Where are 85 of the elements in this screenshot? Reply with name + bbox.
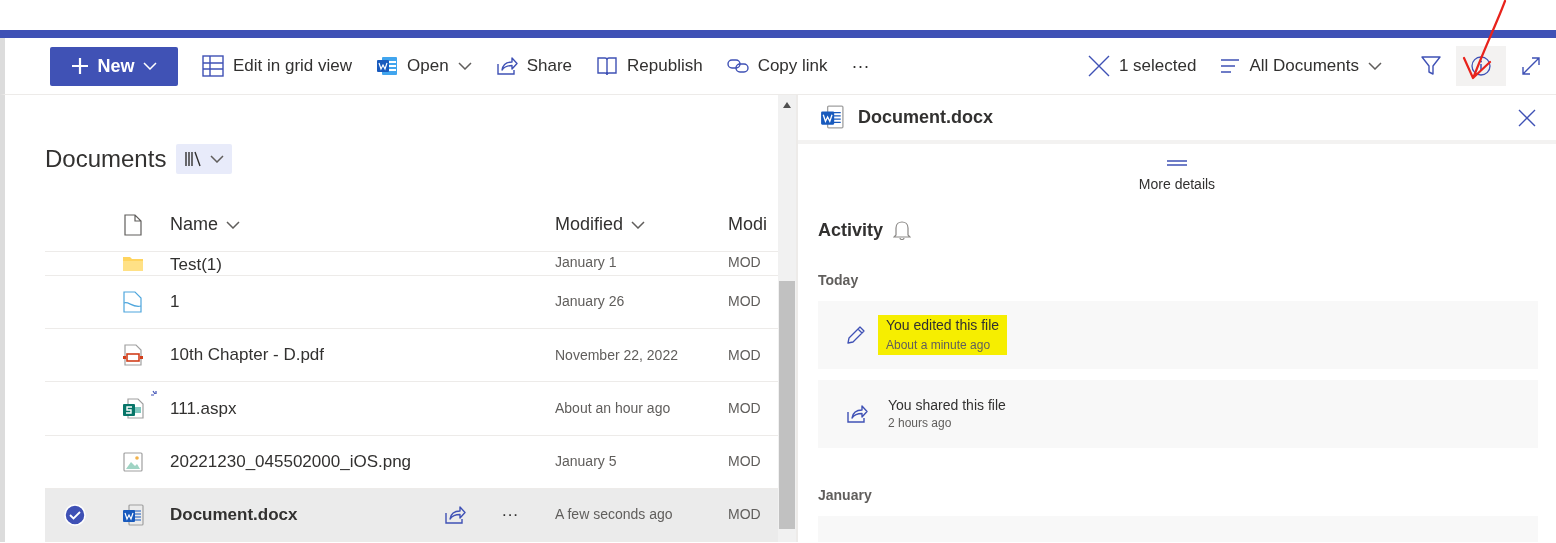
book-icon	[596, 56, 619, 76]
file-row[interactable]: 111.aspx About an hour ago MOD	[45, 382, 778, 436]
modified-date: January 1	[554, 253, 618, 273]
modified-date: November 22, 2022	[554, 345, 679, 365]
filter-icon	[1421, 56, 1441, 76]
modified-date: January 5	[554, 452, 618, 472]
share-icon	[444, 504, 466, 525]
column-header[interactable]: Modi	[728, 211, 767, 238]
checked-icon[interactable]	[64, 503, 86, 526]
section-title: Activity	[818, 218, 884, 242]
info-icon	[1471, 56, 1491, 76]
scroll-thumb[interactable]	[779, 281, 795, 529]
grid-icon	[202, 55, 224, 77]
file-row[interactable]: Document.docx ··· A few seconds ago MOD	[45, 488, 778, 542]
view-switcher[interactable]: All Documents	[1220, 53, 1382, 79]
caret-icon	[226, 220, 240, 229]
word-icon	[121, 503, 144, 526]
modified-by: MOD	[728, 253, 762, 273]
file-type-icon	[123, 213, 142, 236]
scroll-up-icon[interactable]	[782, 101, 792, 109]
file-row[interactable]: 1 January 26 MOD	[45, 275, 778, 330]
file-row[interactable]: 20221230_045502000_iOS.png January 5 MOD	[45, 435, 778, 489]
pdf-icon	[121, 344, 144, 367]
edit-grid-button[interactable]: Edit in grid view	[202, 53, 353, 79]
activity-time: 2 hours ago	[888, 415, 953, 433]
file-name[interactable]: Test(1)	[170, 255, 222, 275]
modified-by: MOD	[728, 398, 762, 418]
activity-text: You edited this file	[878, 314, 1008, 335]
caret-icon	[457, 62, 472, 70]
page-icon	[121, 290, 144, 313]
activity-text: You shared this file	[888, 395, 1006, 415]
column-header[interactable]: Modified	[555, 211, 646, 238]
caret-icon	[631, 220, 646, 229]
share-icon	[495, 56, 518, 76]
group-label: January	[817, 486, 873, 506]
scrollbar[interactable]	[778, 95, 796, 542]
activity-time: About a minute ago	[878, 335, 1008, 355]
modified-date: A few seconds ago	[554, 505, 674, 525]
expand-icon	[1521, 56, 1541, 76]
modified-by: MOD	[728, 505, 762, 525]
panel-title: Document.docx	[858, 106, 995, 129]
clear-selection-button[interactable]: 1 selected	[1087, 53, 1197, 79]
file-name[interactable]: Document.docx	[170, 505, 298, 525]
modified-date: January 26	[554, 292, 626, 312]
image-icon	[121, 450, 144, 473]
lines-icon	[1220, 59, 1241, 73]
file-name[interactable]: 1	[170, 292, 180, 312]
new-marker-icon	[150, 389, 159, 399]
file-row[interactable]: Test(1) January 1 MOD	[45, 252, 778, 276]
close-icon	[1087, 55, 1110, 77]
open-button[interactable]: Open	[376, 53, 472, 79]
file-name[interactable]: 111.aspx	[170, 398, 237, 418]
bell-icon[interactable]	[893, 220, 912, 241]
share-icon	[846, 404, 868, 425]
library-view-button[interactable]	[176, 144, 233, 175]
new-button[interactable]: New	[50, 46, 178, 86]
caret-icon	[1368, 62, 1382, 70]
more-button[interactable]: ···	[501, 502, 519, 528]
library-title: Documents	[45, 145, 167, 174]
word-icon	[820, 105, 844, 130]
close-icon	[1518, 109, 1536, 128]
word-icon	[376, 56, 399, 76]
caret-icon	[210, 155, 225, 164]
share-button[interactable]: Share	[495, 53, 573, 79]
file-row[interactable]: 10th Chapter - D.pdf November 22, 2022 MOD	[45, 329, 778, 383]
column-header[interactable]: Name	[170, 211, 240, 238]
modified-by: MOD	[728, 345, 762, 365]
modified-by: MOD	[728, 292, 762, 312]
file-name[interactable]: 10th Chapter - D.pdf	[170, 345, 325, 365]
modified-date: About an hour ago	[554, 398, 672, 418]
info-button[interactable]	[1456, 46, 1506, 86]
group-label: Today	[817, 270, 860, 290]
caret-icon	[142, 62, 157, 70]
share-button[interactable]	[444, 504, 466, 525]
republish-button[interactable]: Republish	[596, 53, 703, 79]
more-details-link[interactable]: More details	[1138, 173, 1216, 195]
file-name[interactable]: 20221230_045502000_iOS.png	[170, 451, 412, 471]
plus-icon	[71, 57, 90, 75]
copy-link-button[interactable]: Copy link	[726, 53, 828, 79]
modified-by: MOD	[728, 452, 762, 472]
more-button[interactable]: ···	[851, 52, 870, 80]
pencil-icon	[846, 324, 866, 345]
site-page-icon	[121, 397, 144, 420]
link-icon	[726, 59, 749, 73]
drag-handle-icon[interactable]	[1166, 159, 1188, 166]
